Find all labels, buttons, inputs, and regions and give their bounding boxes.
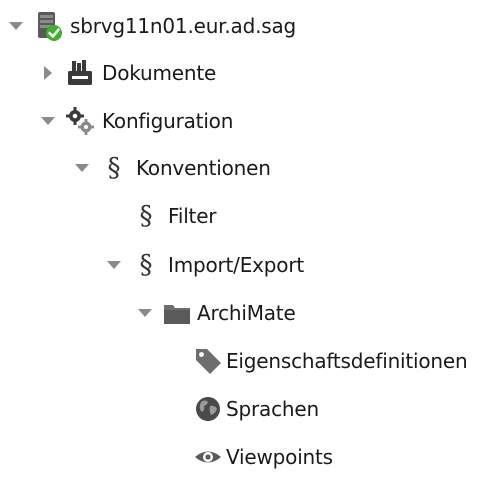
tree-node-konventionen[interactable]: § Konventionen [72,148,271,188]
collapse-arrow-icon[interactable] [6,16,26,36]
gears-icon [64,105,96,137]
tree-node-server[interactable]: sbrvg11n01.eur.ad.sag [6,6,296,46]
collapse-arrow-icon[interactable] [72,158,92,178]
tree-node-label: Filter [168,204,217,228]
tree-node-archimate[interactable]: ArchiMate [135,293,296,333]
expand-arrow-icon[interactable] [38,63,58,83]
tree-node-label: sbrvg11n01.eur.ad.sag [70,14,297,38]
tree-node-eigenschaftsdefinitionen[interactable]: Eigenschaftsdefinitionen [166,341,468,381]
collapse-arrow-icon[interactable] [104,255,124,275]
server-online-icon [32,10,64,42]
tree-node-label: ArchiMate [197,301,296,325]
tree-node-label: Konventionen [136,156,271,180]
navigation-tree: sbrvg11n01.eur.ad.sag Dokumente Konfigur… [0,0,497,471]
tree-node-label: Konfiguration [102,109,234,133]
globe-icon [192,393,224,425]
collapse-arrow-icon[interactable] [38,111,58,131]
tree-node-label: Sprachen [226,397,319,421]
tree-node-import-export[interactable]: § Import/Export [104,245,304,285]
tree-node-filter[interactable]: § Filter [104,196,217,236]
tree-node-label: Eigenschaftsdefinitionen [226,349,468,373]
tree-node-label: Viewpoints [226,445,333,469]
tree-node-sprachen[interactable]: Sprachen [166,389,319,429]
section-sign-icon: § [139,201,153,231]
tree-node-konfiguration[interactable]: Konfiguration [38,101,233,141]
tree-node-dokumente[interactable]: Dokumente [38,53,216,93]
folder-icon [161,297,193,329]
tree-node-label: Import/Export [168,253,304,277]
tag-icon [192,345,224,377]
documents-icon [64,57,96,89]
eye-icon [192,441,224,473]
tree-node-viewpoints[interactable]: Viewpoints [166,437,333,477]
collapse-arrow-icon[interactable] [135,303,155,323]
section-sign-icon: § [139,250,153,280]
tree-node-label: Dokumente [102,61,217,85]
section-sign-icon: § [107,153,121,183]
